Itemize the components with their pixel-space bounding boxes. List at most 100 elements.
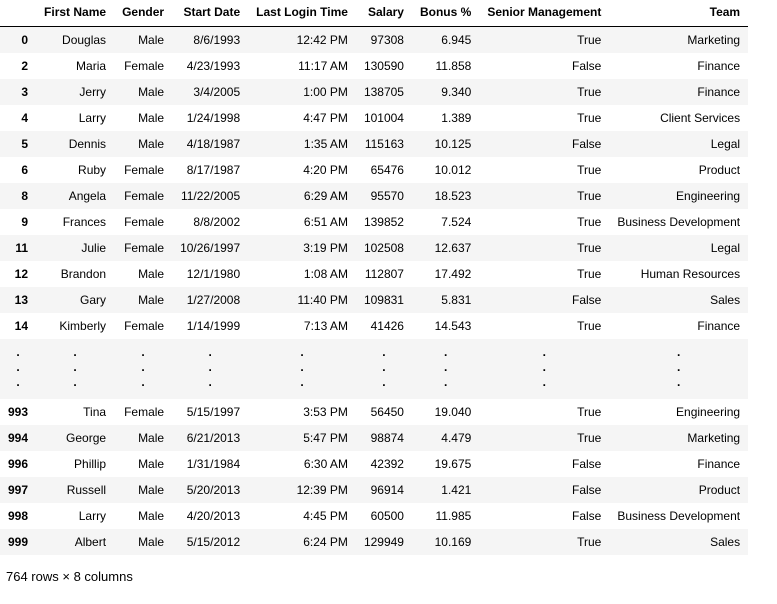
cell-gender: Female: [114, 53, 172, 79]
cell-start-date: 5/15/1997: [172, 399, 248, 425]
cell-gender: Female: [114, 183, 172, 209]
cell-last-login-time: ...: [248, 339, 356, 399]
table-row: 3JerryMale3/4/20051:00 PM1387059.340True…: [0, 79, 748, 105]
cell-start-date: 4/20/2013: [172, 503, 248, 529]
cell-team: Finance: [609, 79, 748, 105]
cell-start-date: 11/22/2005: [172, 183, 248, 209]
cell-salary: ...: [356, 339, 412, 399]
cell-start-date: 8/17/1987: [172, 157, 248, 183]
row-index-cell: 0: [0, 27, 36, 54]
cell-senior-management: True: [479, 27, 609, 54]
cell-start-date: 5/15/2012: [172, 529, 248, 555]
index-column-header: [0, 0, 36, 27]
cell-start-date: 1/14/1999: [172, 313, 248, 339]
table-row: 2MariaFemale4/23/199311:17 AM13059011.85…: [0, 53, 748, 79]
cell-last-login-time: 6:24 PM: [248, 529, 356, 555]
cell-first-name: Larry: [36, 105, 114, 131]
cell-first-name: Douglas: [36, 27, 114, 54]
cell-gender: Female: [114, 313, 172, 339]
cell-first-name: Gary: [36, 287, 114, 313]
cell-start-date: 4/23/1993: [172, 53, 248, 79]
cell-salary: 112807: [356, 261, 412, 287]
table-ellipsis-row: ...........................: [0, 339, 748, 399]
cell-start-date: 1/27/2008: [172, 287, 248, 313]
row-index-cell: 994: [0, 425, 36, 451]
cell-senior-management: False: [479, 477, 609, 503]
table-row: 5DennisMale4/18/19871:35 AM11516310.125F…: [0, 131, 748, 157]
cell-senior-management: False: [479, 451, 609, 477]
column-header-first-name: First Name: [36, 0, 114, 27]
cell-team: Legal: [609, 131, 748, 157]
cell-senior-management: False: [479, 131, 609, 157]
cell-bonus: 17.492: [412, 261, 479, 287]
vertical-ellipsis-icon: ...: [12, 345, 24, 390]
cell-gender: Male: [114, 261, 172, 287]
cell-start-date: 3/4/2005: [172, 79, 248, 105]
cell-start-date: 8/6/1993: [172, 27, 248, 54]
cell-start-date: ...: [172, 339, 248, 399]
cell-team: Engineering: [609, 399, 748, 425]
cell-senior-management: False: [479, 53, 609, 79]
cell-team: Client Services: [609, 105, 748, 131]
table-row: 0DouglasMale8/6/199312:42 PM973086.945Tr…: [0, 27, 748, 54]
cell-last-login-time: 1:35 AM: [248, 131, 356, 157]
cell-gender: Male: [114, 105, 172, 131]
cell-team: Legal: [609, 235, 748, 261]
cell-first-name: George: [36, 425, 114, 451]
cell-start-date: 6/21/2013: [172, 425, 248, 451]
cell-team: Finance: [609, 313, 748, 339]
cell-team: Marketing: [609, 425, 748, 451]
cell-start-date: 8/8/2002: [172, 209, 248, 235]
vertical-ellipsis-icon: ...: [538, 345, 550, 390]
column-header-team: Team: [609, 0, 748, 27]
table-row: 8AngelaFemale11/22/20056:29 AM9557018.52…: [0, 183, 748, 209]
cell-senior-management: True: [479, 313, 609, 339]
cell-salary: 41426: [356, 313, 412, 339]
row-index-cell: 998: [0, 503, 36, 529]
cell-salary: 102508: [356, 235, 412, 261]
cell-gender: Male: [114, 79, 172, 105]
cell-gender: Male: [114, 27, 172, 54]
cell-gender: Female: [114, 235, 172, 261]
cell-team: Product: [609, 477, 748, 503]
row-index-cell: 2: [0, 53, 36, 79]
cell-bonus: 19.040: [412, 399, 479, 425]
cell-senior-management: True: [479, 261, 609, 287]
cell-team: Marketing: [609, 27, 748, 54]
row-index-cell: 999: [0, 529, 36, 555]
cell-last-login-time: 11:40 PM: [248, 287, 356, 313]
table-row: 4LarryMale1/24/19984:47 PM1010041.389Tru…: [0, 105, 748, 131]
cell-salary: 42392: [356, 451, 412, 477]
cell-last-login-time: 4:47 PM: [248, 105, 356, 131]
cell-first-name: Julie: [36, 235, 114, 261]
cell-first-name: Dennis: [36, 131, 114, 157]
row-index-cell: 12: [0, 261, 36, 287]
row-index-cell: 6: [0, 157, 36, 183]
vertical-ellipsis-icon: ...: [204, 345, 216, 390]
column-header-bonus-pct: Bonus %: [412, 0, 479, 27]
cell-start-date: 12/1/1980: [172, 261, 248, 287]
cell-salary: 129949: [356, 529, 412, 555]
cell-team: Finance: [609, 451, 748, 477]
cell-first-name: Brandon: [36, 261, 114, 287]
cell-bonus: 1.389: [412, 105, 479, 131]
cell-start-date: 4/18/1987: [172, 131, 248, 157]
cell-gender: Female: [114, 399, 172, 425]
header-row: First Name Gender Start Date Last Login …: [0, 0, 748, 27]
cell-last-login-time: 1:08 AM: [248, 261, 356, 287]
cell-last-login-time: 6:51 AM: [248, 209, 356, 235]
cell-gender: Male: [114, 131, 172, 157]
table-row: 993TinaFemale5/15/19973:53 PM5645019.040…: [0, 399, 748, 425]
column-header-salary: Salary: [356, 0, 412, 27]
cell-senior-management: True: [479, 209, 609, 235]
cell-salary: 139852: [356, 209, 412, 235]
cell-first-name: Tina: [36, 399, 114, 425]
table-body: 0DouglasMale8/6/199312:42 PM973086.945Tr…: [0, 27, 748, 556]
cell-first-name: Maria: [36, 53, 114, 79]
cell-gender: Female: [114, 209, 172, 235]
dataframe-shape-label: 764 rows × 8 columns: [0, 555, 777, 584]
cell-senior-management: False: [479, 503, 609, 529]
table-row: 11JulieFemale10/26/19973:19 PM10250812.6…: [0, 235, 748, 261]
cell-senior-management: True: [479, 105, 609, 131]
cell-bonus: 10.169: [412, 529, 479, 555]
